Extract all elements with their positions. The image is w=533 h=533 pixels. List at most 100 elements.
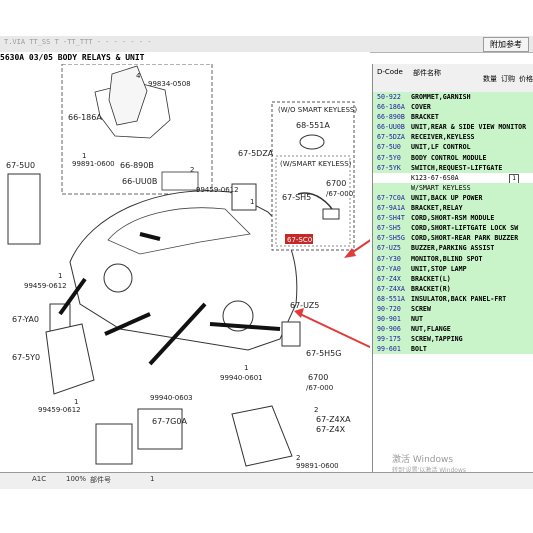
label-99459-b: 99459-0612	[24, 282, 67, 290]
label-67-5y0: 67-5Y0	[12, 353, 40, 362]
part-description: BUZZER,PARKING ASSIST	[411, 244, 495, 253]
parts-row[interactable]: 66-UU0B UNIT,REAR & SIDE VIEW MONITOR	[373, 122, 533, 133]
header-order[interactable]: 订购	[501, 74, 515, 84]
diagram-title: 5630A 03/05 BODY RELAYS & UNIT	[0, 52, 370, 64]
label-6700: 6700	[308, 373, 328, 382]
part-description: SCREW	[411, 304, 431, 313]
parts-row[interactable]: 67-Z4XA BRACKET(R)	[373, 283, 533, 294]
parts-row[interactable]: 67-5Y0 BODY CONTROL MODULE	[373, 152, 533, 163]
reference-button[interactable]: 附加参考	[483, 37, 529, 52]
module-67-5y0-shape	[45, 323, 95, 395]
parts-row[interactable]: 67-5YK SWITCH,REQUEST-LIFTGATE	[373, 162, 533, 173]
parts-row[interactable]: 67-9A1A BRACKET,RELAY	[373, 203, 533, 214]
keyless-box-part-67-000: /67-000	[326, 190, 353, 198]
red-arrow-lower	[299, 313, 373, 349]
switch-67-5yk-shape	[322, 208, 340, 220]
part-code: 66-890B	[377, 113, 405, 122]
parts-row[interactable]: 67-7C0A UNIT,BACK UP POWER	[373, 192, 533, 204]
part-description: UNIT,LF CONTROL	[411, 143, 471, 152]
part-code: 67-Z4X	[377, 274, 401, 283]
header-price[interactable]: 价格	[519, 74, 533, 84]
callout-number: 1	[82, 152, 86, 160]
label-99459-c: 99459-0612	[38, 406, 81, 414]
header-qty[interactable]: 数量	[483, 74, 497, 84]
label-99891-b: 99891-0600	[296, 462, 339, 470]
part-description: NUT	[411, 315, 423, 324]
keyless-box-part-6700: 6700	[326, 179, 346, 188]
parts-row[interactable]: 67-SH5 CORD,SHORT-LIFTGATE LOCK SW	[373, 223, 533, 234]
keyless-box-title-wo: (W/O SMART KEYLESS)	[278, 106, 357, 114]
part-code: 67-Z4XA	[377, 284, 405, 293]
parts-row[interactable]: 67-SH4T CORD,SHORT-RSM MODULE	[373, 213, 533, 224]
parts-row[interactable]: 99-175 SCREW,TAPPING	[373, 334, 533, 345]
part-description: CORD,SHORT-REAR PARK BUZZER	[411, 234, 519, 243]
status-item: 部件号	[90, 476, 111, 484]
part-description: NUT,FLANGE	[411, 325, 451, 334]
label-67-7g0a: 67-7G0A	[152, 417, 187, 426]
part-code: 67-UZ5	[377, 244, 401, 253]
part-description: K123-67-6S0A	[411, 173, 459, 182]
parts-row[interactable]: 67-YA0 UNIT,STOP LAMP	[373, 263, 533, 274]
part-code: 90-720	[377, 304, 401, 313]
callout-number: 2	[314, 406, 318, 414]
parts-row[interactable]: 90-901 NUT	[373, 314, 533, 325]
callout-number: 2	[190, 166, 194, 174]
parts-row[interactable]: K123-67-6S0A 1	[373, 173, 533, 183]
callout-number: 4	[136, 72, 141, 80]
label-66-uu0b: 66-UU0B	[122, 177, 157, 186]
part-code: 66-186A	[377, 103, 405, 112]
label-67-5h5g: 67-5H5G	[306, 349, 341, 358]
part-description: UNIT,STOP LAMP	[411, 264, 467, 273]
unit-67-7g0a-shape	[137, 408, 183, 450]
keyless-box-title-w: (W/SMART KEYLESS)	[280, 160, 352, 168]
parts-row[interactable]: W/SMART KEYLESS	[373, 182, 533, 193]
part-code: 67-5Y0	[377, 153, 401, 162]
part-description: COVER	[411, 103, 431, 112]
callout-number: 1	[74, 398, 78, 406]
status-item: 1	[150, 475, 155, 483]
part-description: BRACKET,RELAY	[411, 204, 463, 213]
parts-row[interactable]: 67-Z4X BRACKET(L)	[373, 273, 533, 284]
callout-number: 2	[296, 454, 300, 462]
parts-row[interactable]: 67-5DZA RECEIVER,KEYLESS	[373, 132, 533, 143]
part-code: 99-175	[377, 335, 401, 344]
part-code: 66-UU0B	[377, 123, 405, 132]
part-description: CORD,SHORT-RSM MODULE	[411, 214, 495, 223]
part-code: 67-Y30	[377, 254, 401, 263]
callout-number: 1	[250, 198, 254, 206]
parts-list-rows: 50-922 GROMMET,GARNISH 66-186A COVER 66-890B…	[373, 92, 533, 355]
header-dcode[interactable]: D-Code	[377, 68, 403, 76]
quantity-field[interactable]: 1	[509, 173, 519, 183]
part-code: 50-922	[377, 93, 401, 101]
unit-67-5u0-shape	[7, 173, 41, 245]
front-wheel	[103, 263, 133, 293]
part-code: 67-SH5G	[377, 234, 405, 243]
part-code: 90-906	[377, 325, 401, 334]
parts-row[interactable]: 67-UZ5 BUZZER,PARKING ASSIST	[373, 243, 533, 254]
header-partname[interactable]: 部件名称	[413, 68, 441, 78]
status-bar: A1C 100% 部件号 1	[0, 472, 533, 489]
part-code: 99-601	[377, 345, 401, 354]
parts-diagram: 99834-0508 66-186A 99891-0600 66-890B 66…	[0, 63, 373, 472]
parts-row[interactable]: 67-5U0 UNIT,LF CONTROL	[373, 142, 533, 153]
label-67-5dza: 67-5DZA	[238, 149, 274, 158]
parts-row[interactable]: 90-720 SCREW	[373, 303, 533, 315]
part-description: MONITOR,BLIND SPOT	[411, 254, 483, 263]
part-description: CORD,SHORT-LIFTGATE LOCK SW	[411, 224, 519, 233]
part-description: INSULATOR,BACK PANEL-FRT	[411, 294, 507, 303]
parts-row[interactable]: 67-Y30 MONITOR,BLIND SPOT	[373, 253, 533, 264]
parts-row[interactable]: 99-601 BOLT	[373, 344, 533, 355]
part-code: 67-7C0A	[377, 193, 405, 202]
parts-row[interactable]: 67-SH5G CORD,SHORT-REAR PARK BUZZER	[373, 233, 533, 244]
parts-row[interactable]: 68-551A INSULATOR,BACK PANEL-FRT	[373, 293, 533, 304]
label-67-5u0: 67-5U0	[6, 161, 35, 170]
parts-row[interactable]: 66-186A COVER	[373, 102, 533, 113]
part-description: BOLT	[411, 345, 427, 354]
parts-row[interactable]: 90-906 NUT,FLANGE	[373, 324, 533, 335]
part-code: 68-551A	[377, 294, 405, 303]
parts-row[interactable]: 50-922 GROMMET,GARNISH	[373, 92, 533, 103]
bracket-67-z4x-lower-shape	[95, 423, 133, 465]
parts-row[interactable]: 66-890B BRACKET	[373, 112, 533, 123]
label-99940-b: 99940-0601	[220, 374, 263, 382]
part-code: 67-5YK	[377, 163, 401, 172]
